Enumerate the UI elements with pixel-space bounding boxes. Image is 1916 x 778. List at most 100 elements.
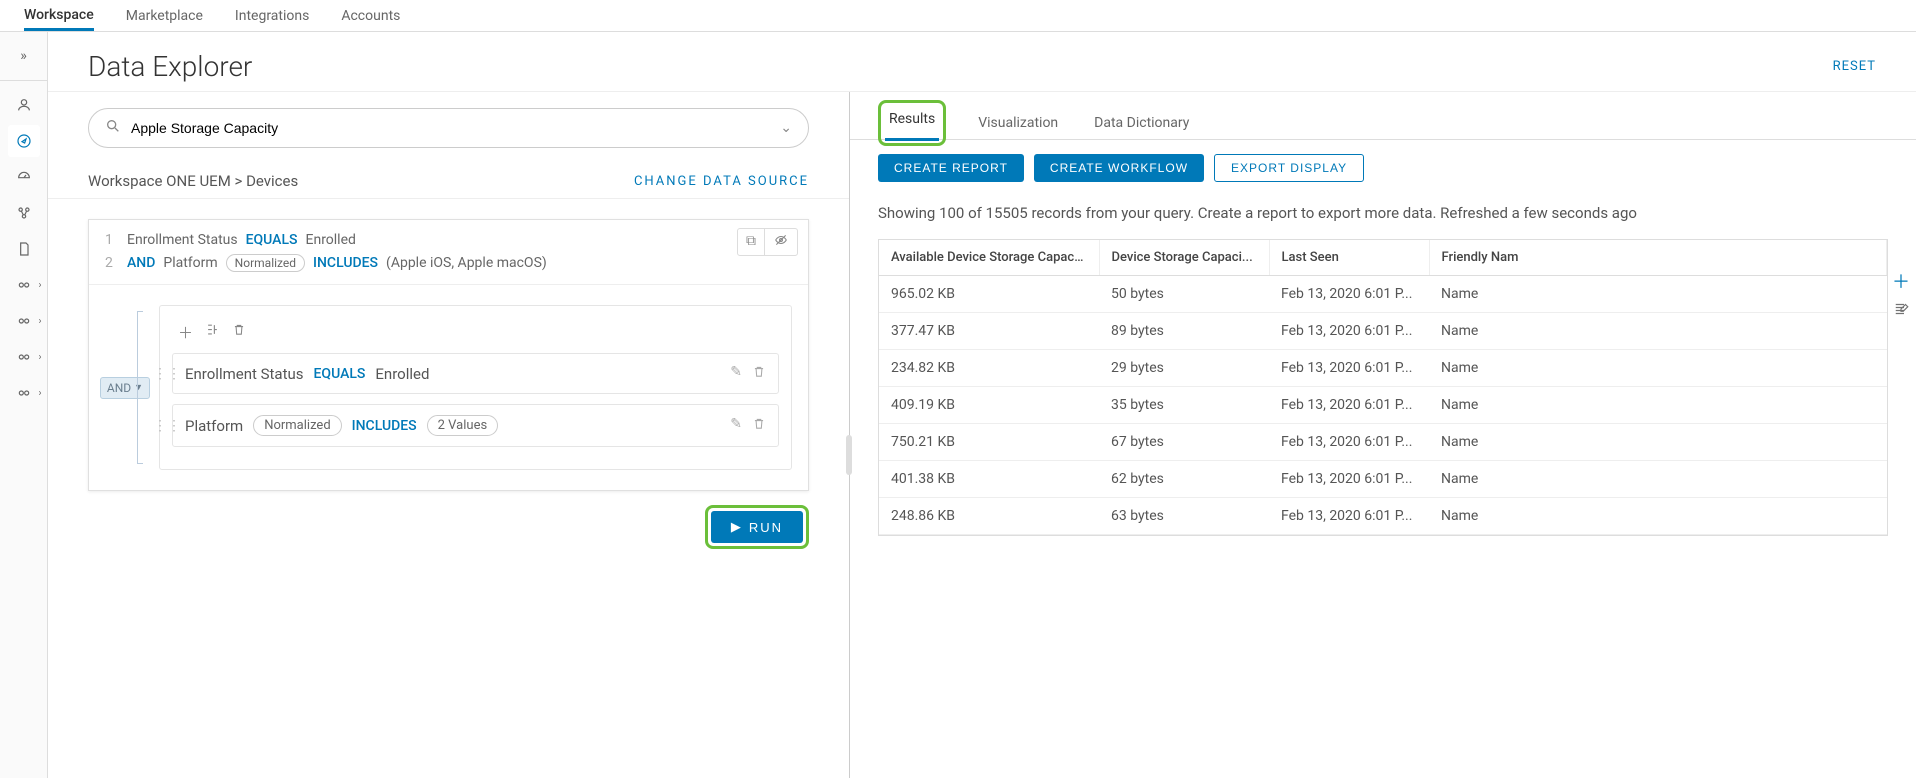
table-cell: 50 bytes xyxy=(1099,275,1269,312)
table-cell: Feb 13, 2020 6:01 P... xyxy=(1269,497,1429,534)
table-row[interactable]: 965.02 KB50 bytesFeb 13, 2020 6:01 P...N… xyxy=(879,275,1887,312)
breadcrumb: Workspace ONE UEM > Devices xyxy=(88,172,298,190)
table-cell: Feb 13, 2020 6:01 P... xyxy=(1269,386,1429,423)
condition-row[interactable]: ⋮⋮ Enrollment Status EQUALS Enrolled ✎ xyxy=(172,353,779,394)
condition-field: Platform xyxy=(185,417,243,435)
play-icon: ▶ xyxy=(731,519,743,535)
document-icon[interactable] xyxy=(8,233,40,265)
table-cell: Name xyxy=(1429,386,1887,423)
delete-icon[interactable] xyxy=(752,416,766,435)
table-cell: 377.47 KB xyxy=(879,312,1099,349)
table-row[interactable]: 377.47 KB89 bytesFeb 13, 2020 6:01 P...N… xyxy=(879,312,1887,349)
visibility-off-icon[interactable] xyxy=(764,229,797,255)
page-title: Data Explorer xyxy=(88,50,252,83)
table-cell: 63 bytes xyxy=(1099,497,1269,534)
edit-columns-icon[interactable] xyxy=(1892,300,1910,323)
tab-visualization[interactable]: Visualization xyxy=(974,109,1062,137)
add-column-icon[interactable]: ＋ xyxy=(1892,268,1910,294)
left-rail: » › › › › xyxy=(0,32,48,778)
top-nav: Workspace Marketplace Integrations Accou… xyxy=(0,0,1916,32)
query-card: ⧉ 1 Enrollment Status EQUALS Enrolled 2 … xyxy=(88,219,809,491)
summary-field: Enrollment Status xyxy=(127,232,238,248)
delete-icon[interactable] xyxy=(752,364,766,383)
nav-accounts[interactable]: Accounts xyxy=(341,2,400,30)
table-row[interactable]: 750.21 KB67 bytesFeb 13, 2020 6:01 P...N… xyxy=(879,423,1887,460)
table-cell: 750.21 KB xyxy=(879,423,1099,460)
search-input[interactable] xyxy=(131,120,770,136)
values-pill[interactable]: 2 Values xyxy=(427,415,499,436)
table-row[interactable]: 409.19 KB35 bytesFeb 13, 2020 6:01 P...N… xyxy=(879,386,1887,423)
summary-operator: EQUALS xyxy=(246,232,298,248)
results-table: Available Device Storage Capaci... Devic… xyxy=(878,239,1888,536)
integration-2-icon[interactable]: › xyxy=(8,305,40,337)
summary-field: Platform xyxy=(163,255,217,271)
table-row[interactable]: 234.82 KB29 bytesFeb 13, 2020 6:01 P...N… xyxy=(879,349,1887,386)
edit-icon[interactable]: ✎ xyxy=(730,416,742,435)
drag-handle-icon[interactable]: ⋮⋮ xyxy=(153,366,181,382)
create-report-button[interactable]: CREATE REPORT xyxy=(878,154,1024,182)
expand-rail-icon[interactable]: » xyxy=(8,40,40,72)
dashboard-icon[interactable] xyxy=(8,161,40,193)
table-cell: 62 bytes xyxy=(1099,460,1269,497)
change-data-source-button[interactable]: CHANGE DATA SOURCE xyxy=(634,174,809,189)
table-cell: 965.02 KB xyxy=(879,275,1099,312)
line-number: 1 xyxy=(105,232,119,248)
table-cell: Name xyxy=(1429,275,1887,312)
table-cell: 401.38 KB xyxy=(879,460,1099,497)
table-cell: 29 bytes xyxy=(1099,349,1269,386)
summary-value: (Apple iOS, Apple macOS) xyxy=(386,255,547,271)
table-cell: Feb 13, 2020 6:01 P... xyxy=(1269,349,1429,386)
compass-icon[interactable] xyxy=(8,125,40,157)
condition-field: Enrollment Status xyxy=(185,365,304,383)
drag-handle-icon[interactable]: ⋮⋮ xyxy=(153,418,181,434)
table-cell: 35 bytes xyxy=(1099,386,1269,423)
chevron-down-icon[interactable]: ⌄ xyxy=(780,120,792,136)
nav-marketplace[interactable]: Marketplace xyxy=(126,2,203,30)
nav-integrations[interactable]: Integrations xyxy=(235,2,309,30)
search-box[interactable]: ⌄ xyxy=(88,108,809,148)
table-row[interactable]: 401.38 KB62 bytesFeb 13, 2020 6:01 P...N… xyxy=(879,460,1887,497)
table-cell: Name xyxy=(1429,312,1887,349)
condition-value: Enrolled xyxy=(375,365,429,383)
col-header[interactable]: Last Seen xyxy=(1269,240,1429,276)
condition-row[interactable]: ⋮⋮ Platform Normalized INCLUDES 2 Values… xyxy=(172,404,779,447)
reset-button[interactable]: RESET xyxy=(1833,59,1876,74)
nav-workspace[interactable]: Workspace xyxy=(24,1,94,31)
copy-icon[interactable]: ⧉ xyxy=(738,229,764,255)
and-chip[interactable]: AND▼ xyxy=(100,377,150,399)
col-header[interactable]: Friendly Nam xyxy=(1429,240,1887,276)
tab-data-dictionary[interactable]: Data Dictionary xyxy=(1090,109,1193,137)
table-cell: Name xyxy=(1429,460,1887,497)
export-display-button[interactable]: EXPORT DISPLAY xyxy=(1214,154,1364,182)
table-row[interactable]: 248.86 KB63 bytesFeb 13, 2020 6:01 P...N… xyxy=(879,497,1887,534)
normalized-tag: Normalized xyxy=(253,415,341,436)
run-button[interactable]: ▶ RUN xyxy=(711,511,803,543)
table-cell: Feb 13, 2020 6:01 P... xyxy=(1269,423,1429,460)
summary-operator: INCLUDES xyxy=(313,255,378,271)
tab-results[interactable]: Results xyxy=(885,105,939,141)
table-cell: Name xyxy=(1429,349,1887,386)
table-cell: Name xyxy=(1429,423,1887,460)
condition-operator: INCLUDES xyxy=(352,418,417,434)
splitter-handle[interactable] xyxy=(846,435,852,475)
table-cell: Feb 13, 2020 6:01 P... xyxy=(1269,312,1429,349)
table-cell: Feb 13, 2020 6:01 P... xyxy=(1269,275,1429,312)
table-cell: Name xyxy=(1429,497,1887,534)
integration-4-icon[interactable]: › xyxy=(8,377,40,409)
subquery-icon[interactable] xyxy=(205,322,220,343)
table-cell: Feb 13, 2020 6:01 P... xyxy=(1269,460,1429,497)
condition-operator: EQUALS xyxy=(314,366,366,382)
user-icon[interactable] xyxy=(8,89,40,121)
automation-icon[interactable] xyxy=(8,197,40,229)
table-cell: 409.19 KB xyxy=(879,386,1099,423)
integration-3-icon[interactable]: › xyxy=(8,341,40,373)
col-header[interactable]: Available Device Storage Capaci... xyxy=(879,240,1099,276)
delete-group-icon[interactable] xyxy=(232,322,246,343)
create-workflow-button[interactable]: CREATE WORKFLOW xyxy=(1034,154,1204,182)
integration-1-icon[interactable]: › xyxy=(8,269,40,301)
add-condition-icon[interactable]: ＋ xyxy=(178,322,193,343)
summary-value: Enrolled xyxy=(306,232,356,248)
col-header[interactable]: Device Storage Capaci... xyxy=(1099,240,1269,276)
search-icon xyxy=(105,118,121,138)
edit-icon[interactable]: ✎ xyxy=(730,364,742,383)
